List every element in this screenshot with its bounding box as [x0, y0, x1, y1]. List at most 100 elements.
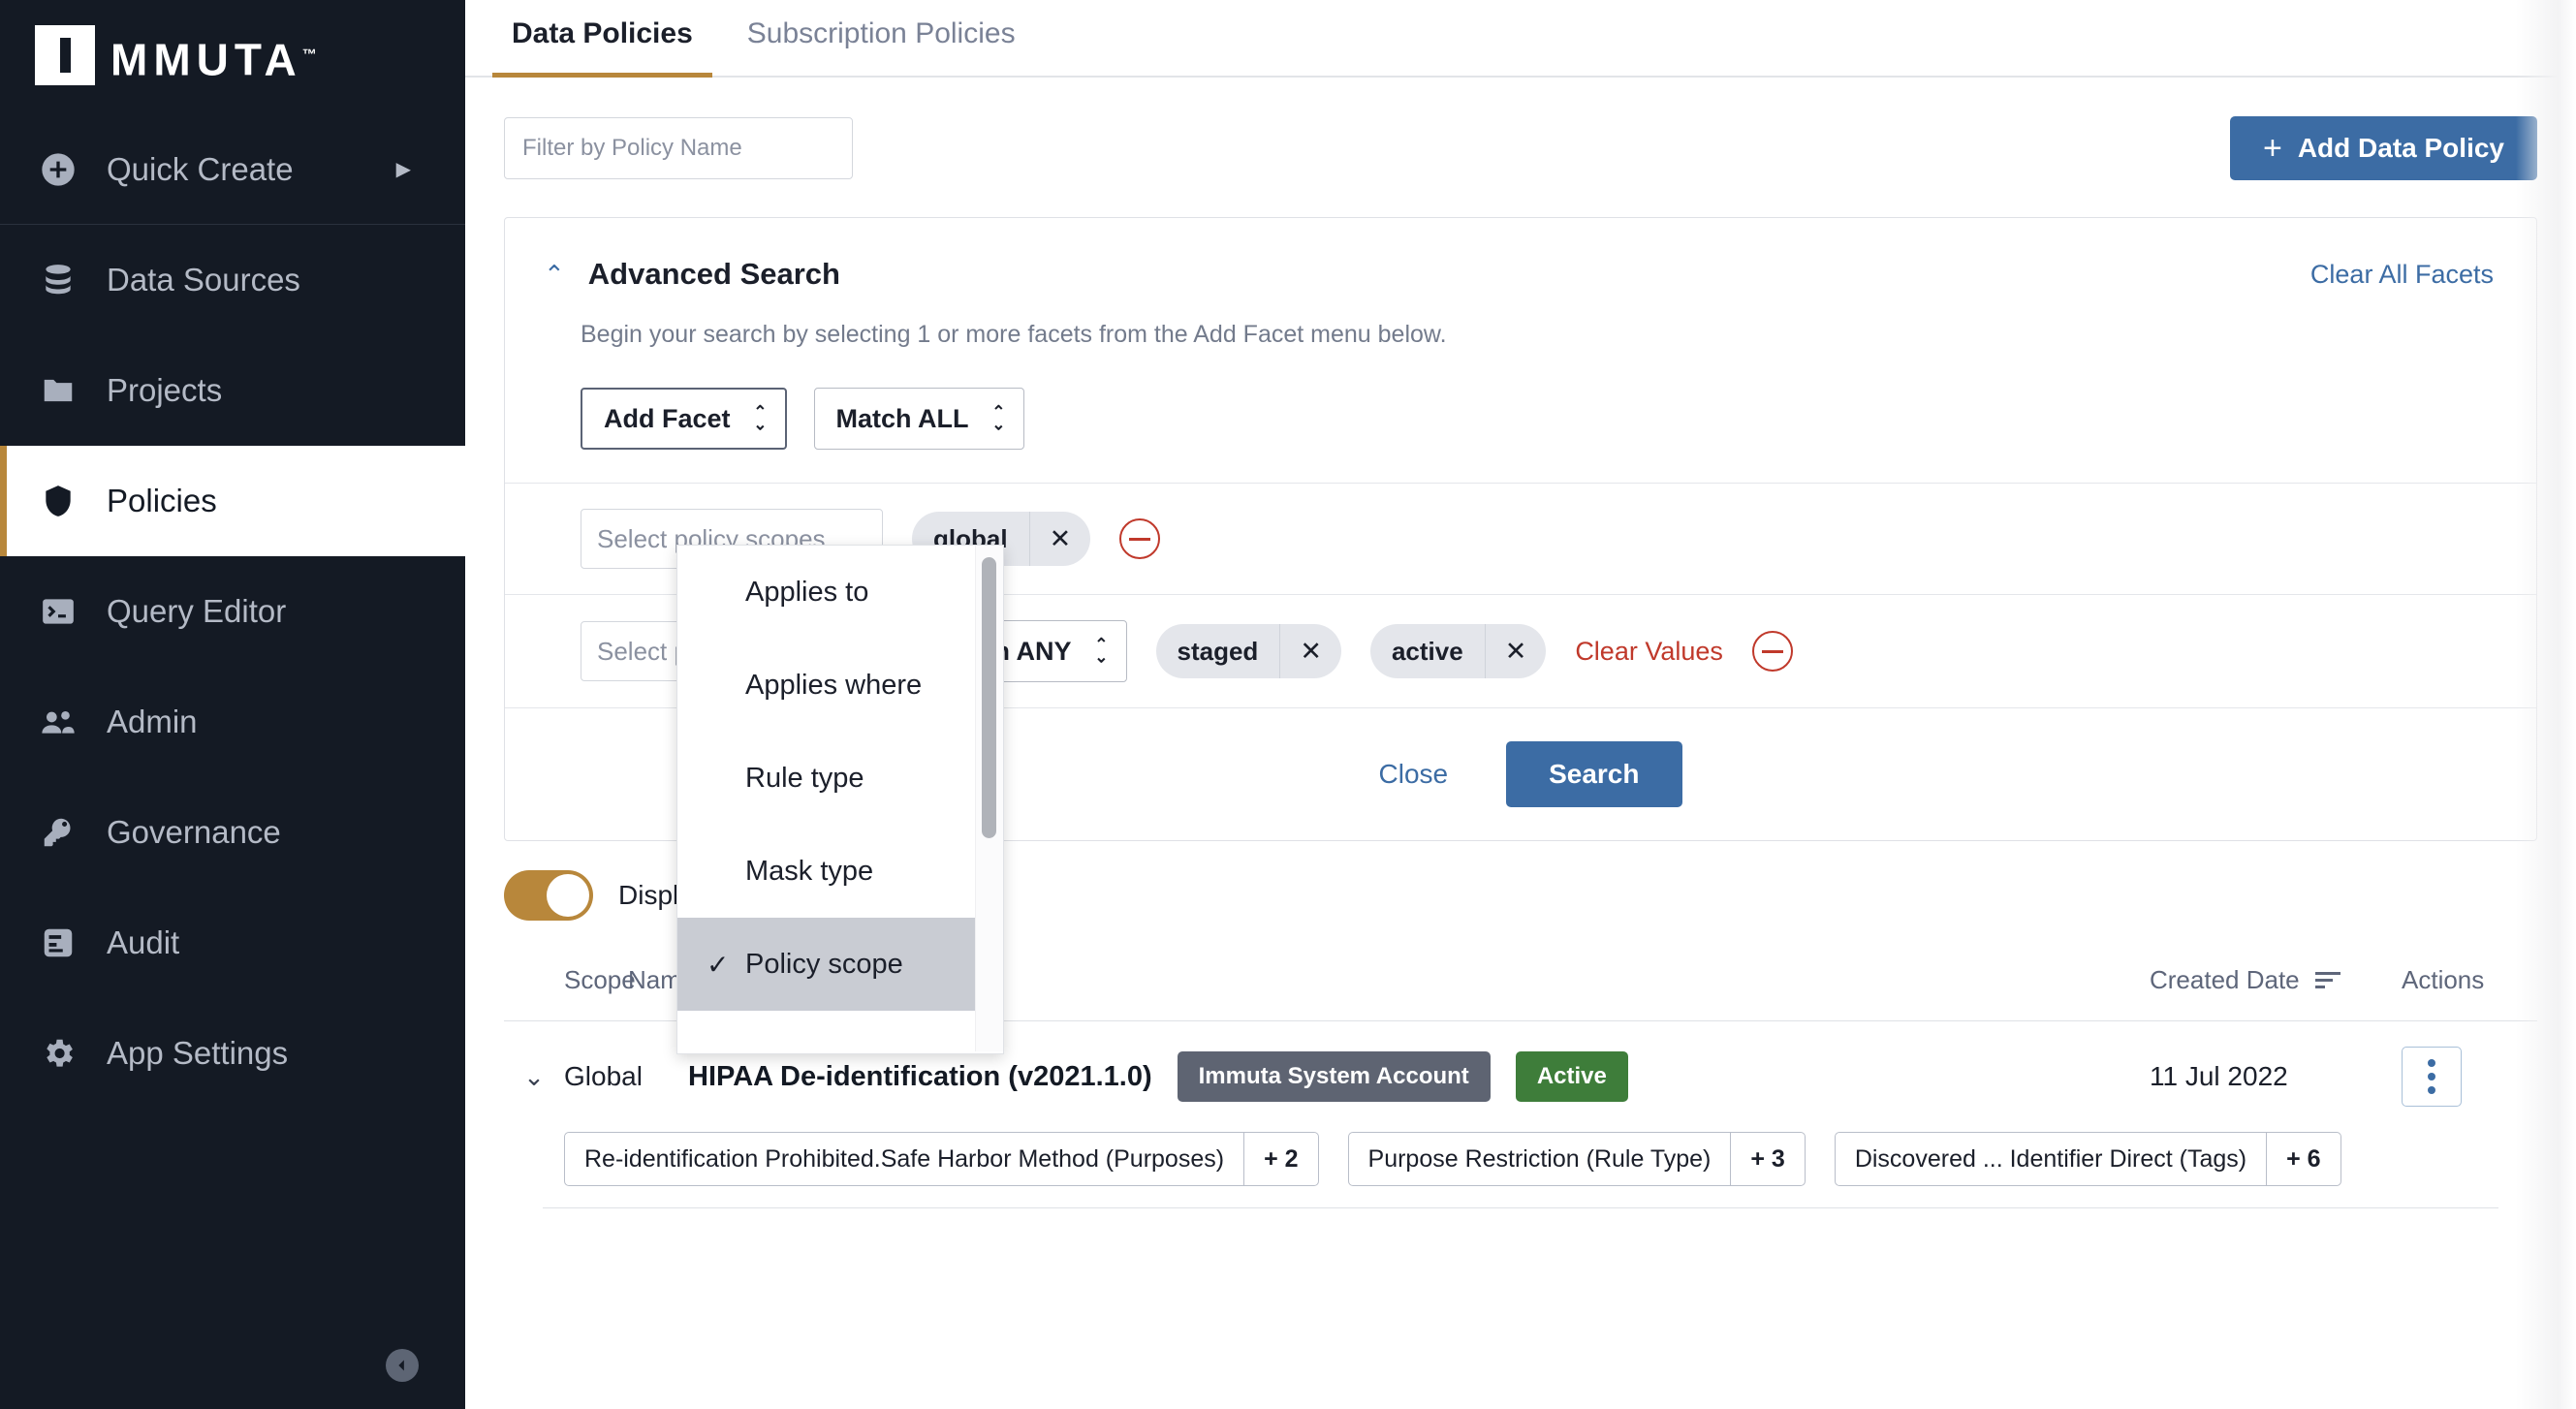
- sidebar-item-query-editor[interactable]: Query Editor: [0, 556, 465, 667]
- facet-option-label: Applies to: [745, 576, 869, 608]
- facet-option-label: Rule type: [745, 762, 864, 794]
- immuta-logo-mark: [35, 24, 95, 85]
- column-header-scope: Scope: [564, 965, 636, 994]
- sidebar-item-quick-create[interactable]: Quick Create ▶: [0, 114, 465, 225]
- clear-values-link[interactable]: Clear Values: [1575, 637, 1723, 667]
- facet-option-mask-type[interactable]: Mask type: [677, 825, 1003, 918]
- tag-chip[interactable]: Re-identification Prohibited.Safe Harbor…: [564, 1132, 1319, 1186]
- facet-option-rule-type[interactable]: Rule type: [677, 732, 1003, 825]
- facet-option-label: Mask type: [745, 855, 874, 887]
- chevron-updown-icon: ⌃ ⌄: [991, 402, 1006, 434]
- app-root: MMUTA™ Quick Create ▶ Data Sources Proje…: [0, 0, 2576, 1409]
- facet-option-label: Applies where: [745, 669, 923, 701]
- plus-icon: +: [2262, 130, 2282, 167]
- sidebar-item-app-settings[interactable]: App Settings: [0, 998, 465, 1109]
- tab-data-policies[interactable]: Data Policies: [485, 0, 720, 78]
- sidebar-item-label: Audit: [107, 924, 180, 960]
- tag-chip-count: + 3: [1730, 1133, 1804, 1185]
- sidebar-item-governance[interactable]: Governance: [0, 777, 465, 888]
- advanced-search-title: Advanced Search: [587, 257, 840, 291]
- match-all-label: Match ALL: [835, 403, 969, 433]
- chip-remove-icon[interactable]: ✕: [1279, 624, 1341, 678]
- chip-label: staged: [1177, 636, 1259, 666]
- row-divider: [543, 1207, 2498, 1208]
- policy-tabs: Data Policies Subscription Policies: [465, 0, 2576, 78]
- row-policy-name[interactable]: HIPAA De-identification (v2021.1.0): [688, 1061, 1152, 1093]
- key-icon: [37, 811, 79, 854]
- database-icon: [37, 259, 79, 301]
- chevron-updown-icon: ⌃ ⌄: [753, 402, 768, 434]
- status-badge: Active: [1515, 1051, 1628, 1102]
- chip-remove-icon[interactable]: ✕: [1484, 624, 1547, 678]
- filter-by-policy-name-input[interactable]: [504, 117, 853, 179]
- chevron-up-icon[interactable]: ⌃: [544, 262, 565, 287]
- report-icon: [37, 922, 79, 964]
- sidebar-item-policies[interactable]: Policies: [0, 446, 465, 556]
- row-created-date: 11 Jul 2022: [2150, 1061, 2288, 1091]
- immuta-logo-text: MMUTA™: [110, 25, 317, 89]
- add-data-policy-label: Add Data Policy: [2297, 133, 2504, 163]
- sidebar-item-label: Quick Create: [107, 150, 294, 187]
- facet-option-applies-to[interactable]: Applies to: [677, 546, 1003, 639]
- chip-remove-icon[interactable]: ✕: [1028, 512, 1091, 566]
- facet-option-applies-where[interactable]: Applies where: [677, 639, 1003, 732]
- add-data-policy-button[interactable]: + Add Data Policy: [2229, 116, 2537, 180]
- kebab-menu-icon[interactable]: [2402, 1047, 2462, 1107]
- people-icon: [37, 701, 79, 743]
- toolbar: + Add Data Policy: [465, 78, 2576, 180]
- folder-icon: [37, 369, 79, 412]
- facet-option-policy-scope[interactable]: ✓ Policy scope: [677, 918, 1003, 1011]
- remove-facet-icon[interactable]: [1751, 631, 1793, 672]
- tag-chip[interactable]: Purpose Restriction (Rule Type) + 3: [1347, 1132, 1806, 1186]
- column-header-actions: Actions: [2402, 965, 2485, 994]
- chip-label: active: [1391, 636, 1463, 666]
- column-header-created-date: Created Date: [2150, 965, 2372, 995]
- search-button[interactable]: Search: [1506, 741, 1682, 807]
- display-detail-labels-toggle[interactable]: [504, 870, 593, 921]
- check-icon: ✓: [707, 949, 730, 980]
- tag-chip-label: Purpose Restriction (Rule Type): [1367, 1144, 1712, 1173]
- logo-word: MMUTA: [110, 34, 302, 85]
- sidebar-item-label: App Settings: [107, 1035, 289, 1071]
- sidebar: MMUTA™ Quick Create ▶ Data Sources Proje…: [0, 0, 465, 1409]
- dropdown-scrollbar-thumb[interactable]: [982, 557, 996, 838]
- sidebar-item-admin[interactable]: Admin: [0, 667, 465, 777]
- clear-all-facets-link[interactable]: Clear All Facets: [2310, 260, 2494, 290]
- sidebar-item-label: Data Sources: [107, 262, 300, 297]
- sidebar-item-label: Governance: [107, 814, 281, 850]
- add-facet-select[interactable]: Add Facet ⌃ ⌄: [581, 388, 787, 450]
- sidebar-item-audit[interactable]: Audit: [0, 888, 465, 998]
- gear-icon: [37, 1032, 79, 1075]
- facet-controls: Add Facet ⌃ ⌄ Match ALL ⌃ ⌄: [505, 349, 2536, 450]
- row-name-cell: HIPAA De-identification (v2021.1.0) Immu…: [688, 1051, 2150, 1102]
- tag-chip[interactable]: Discovered ... Identifier Direct (Tags) …: [1834, 1132, 2341, 1186]
- created-date-label: Created Date: [2150, 965, 2300, 994]
- tag-chip-count: + 2: [1243, 1133, 1317, 1185]
- facet-chip-active: active ✕: [1369, 624, 1547, 678]
- expand-row-icon[interactable]: ⌄: [504, 1062, 564, 1092]
- sort-icon[interactable]: [2314, 972, 2340, 988]
- logo-trademark: ™: [301, 46, 317, 63]
- row-scope: Global: [564, 1061, 643, 1091]
- sidebar-item-projects[interactable]: Projects: [0, 335, 465, 446]
- add-facet-dropdown-menu[interactable]: Applies to Applies where Rule type Mask …: [676, 545, 1004, 1054]
- facet-option-label: Policy scope: [745, 948, 903, 980]
- remove-facet-icon[interactable]: [1119, 518, 1161, 559]
- tag-chip-label: Re-identification Prohibited.Safe Harbor…: [584, 1144, 1225, 1173]
- tab-subscription-policies[interactable]: Subscription Policies: [720, 0, 1043, 76]
- sidebar-item-label: Query Editor: [107, 593, 287, 629]
- facet-chip-staged: staged ✕: [1155, 624, 1341, 678]
- advanced-search-description: Begin your search by selecting 1 or more…: [581, 321, 1447, 348]
- row-tag-chips: Re-identification Prohibited.Safe Harbor…: [504, 1126, 2537, 1186]
- dropdown-scrollbar-track[interactable]: [975, 546, 1003, 1051]
- match-all-select[interactable]: Match ALL ⌃ ⌄: [813, 388, 1024, 450]
- row-actions: [2372, 1047, 2537, 1107]
- shield-icon: [37, 480, 79, 522]
- add-facet-label: Add Facet: [604, 403, 731, 433]
- sidebar-item-label: Policies: [107, 483, 217, 518]
- sidebar-item-data-sources[interactable]: Data Sources: [0, 225, 465, 335]
- plus-circle-icon: [37, 148, 79, 191]
- terminal-icon: [37, 590, 79, 633]
- collapse-left-icon[interactable]: [386, 1349, 419, 1382]
- close-button[interactable]: Close: [1360, 749, 1468, 799]
